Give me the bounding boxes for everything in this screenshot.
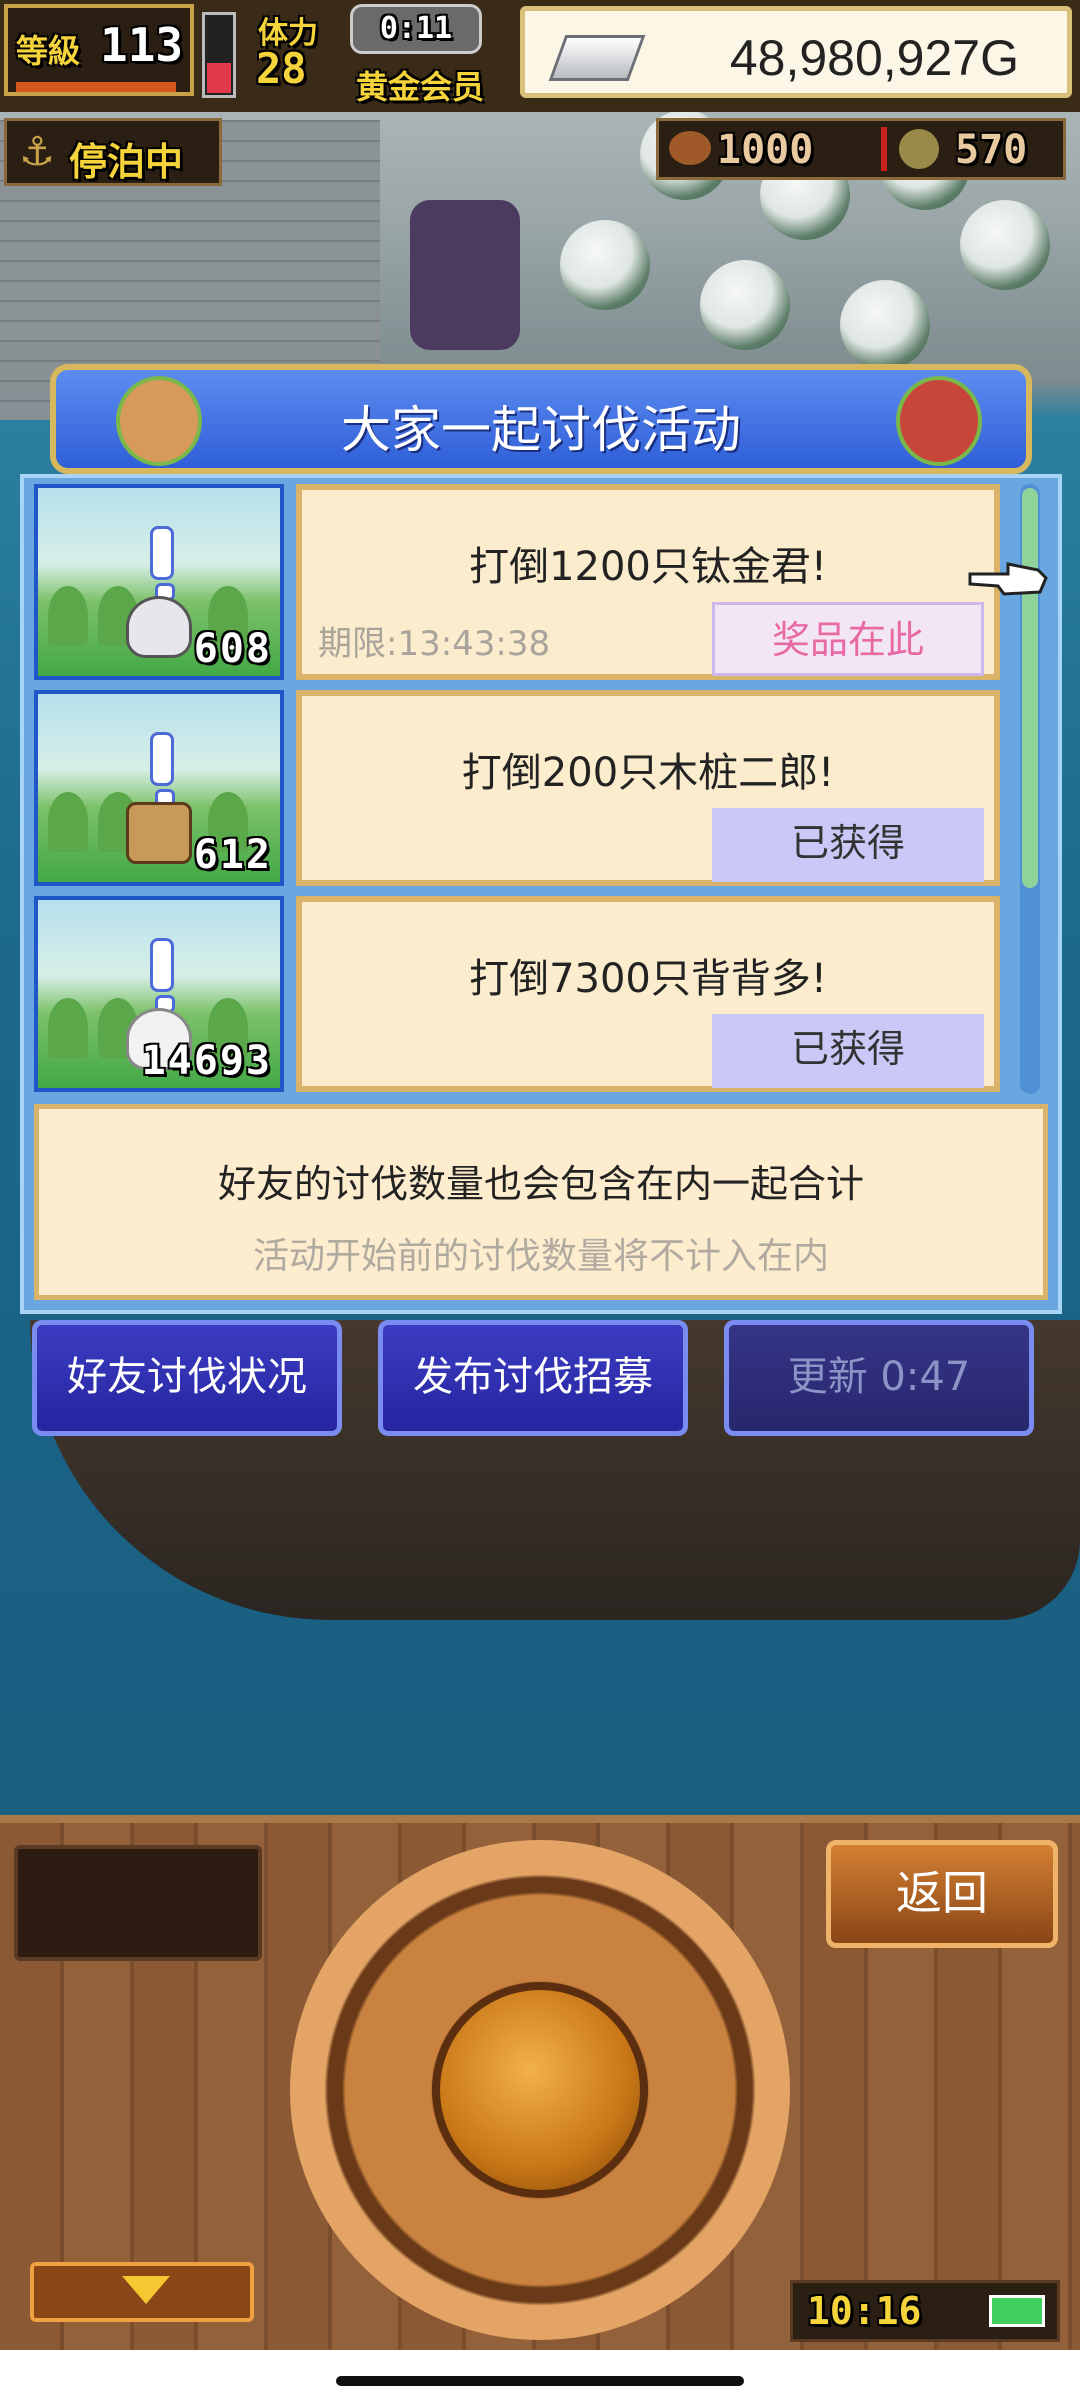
silver-ingot-icon — [548, 35, 646, 81]
monster-thumbnail: 14693 — [34, 896, 284, 1092]
level-label: 等級 — [16, 32, 81, 70]
exclamation-icon — [150, 526, 175, 601]
received-status-button[interactable]: 已获得 — [712, 1014, 984, 1088]
monster-thumbnail: 612 — [34, 690, 284, 886]
status-text: 停泊中 — [69, 140, 184, 184]
system-nav-area — [0, 2350, 1080, 2400]
post-recruit-button[interactable]: 发布讨伐招募 — [378, 1320, 688, 1436]
wheel-center-button[interactable] — [432, 1982, 648, 2198]
anchor-icon: ⚓ — [19, 129, 55, 175]
exclamation-icon — [150, 938, 175, 1013]
clock-box: 10:16 — [790, 2280, 1060, 2342]
swordsman-portrait-icon — [896, 376, 982, 466]
mission-card: 打倒1200只钛金君! 期限:13:43:38 奖品在此 — [296, 484, 1000, 680]
snow-tree — [700, 260, 790, 350]
monster-icon — [126, 596, 192, 658]
mission-deadline: 期限:13:43:38 — [318, 624, 551, 664]
snow-tree — [840, 280, 930, 370]
top-hud: 等級 113 体力 28 0:11 黄金会员 48,980,927G ⚓ 停泊中… — [0, 0, 1080, 186]
timer-value: 0:11 — [379, 11, 453, 46]
snow-tree — [560, 220, 650, 310]
event-note: 好友的讨伐数量也会包含在内一起合计 活动开始前的讨伐数量将不计入在内 — [34, 1104, 1048, 1300]
mission-row[interactable]: 608 打倒1200只钛金君! 期限:13:43:38 奖品在此 — [34, 484, 1002, 684]
back-button[interactable]: 返回 — [826, 1840, 1058, 1948]
resource-box: 1000 570 — [656, 118, 1066, 180]
event-title: 大家一起讨伐活动 — [341, 401, 741, 459]
kill-count: 14693 — [141, 1038, 272, 1084]
kill-count: 608 — [193, 626, 272, 672]
medal-icon — [899, 129, 939, 169]
mission-title: 打倒1200只钛金君! — [469, 544, 827, 590]
mission-row[interactable]: 612 打倒200只木桩二郎! 已获得 — [34, 690, 1002, 890]
pointing-hand-icon — [968, 562, 1048, 596]
home-indicator[interactable] — [336, 2376, 744, 2386]
snow-tree — [960, 200, 1050, 290]
stamina-gauge — [202, 12, 236, 98]
monster-thumbnail: 608 — [34, 484, 284, 680]
stamina-gauge-fill — [207, 63, 231, 93]
received-status-button[interactable]: 已获得 — [712, 808, 984, 882]
claim-prize-button[interactable]: 奖品在此 — [712, 602, 984, 676]
timer-box: 0:11 — [350, 4, 482, 54]
level-box: 等級 113 — [4, 4, 194, 96]
mission-title: 打倒200只木桩二郎! — [461, 750, 835, 796]
mission-title: 打倒7300只背背多! — [469, 956, 827, 1002]
stamina-value: 28 — [256, 44, 307, 93]
refresh-button[interactable]: 更新 0:47 — [724, 1320, 1034, 1436]
exclamation-icon — [150, 732, 175, 807]
map-slot — [14, 1845, 262, 1961]
note-main: 好友的讨伐数量也会包含在内一起合计 — [217, 1162, 864, 1206]
resource2-value: 570 — [955, 127, 1028, 173]
level-value: 113 — [100, 18, 184, 72]
kill-count: 612 — [193, 832, 272, 878]
membership-badge: 黄金会员 — [356, 68, 485, 106]
mission-card: 打倒7300只背背多! 已获得 — [296, 896, 1000, 1092]
friend-status-button[interactable]: 好友讨伐状况 — [32, 1320, 342, 1436]
money-box: 48,980,927G — [520, 6, 1072, 98]
menu-down-button[interactable] — [30, 2262, 254, 2322]
resource1-value: 1000 — [717, 127, 814, 173]
mission-row[interactable]: 14693 打倒7300只背背多! 已获得 — [34, 896, 1002, 1096]
note-sub: 活动开始前的讨伐数量将不计入在内 — [252, 1236, 829, 1277]
scrollbar-thumb[interactable] — [1022, 488, 1038, 888]
exp-bar — [16, 82, 176, 92]
battery-icon — [989, 2295, 1045, 2327]
money-value: 48,980,927G — [729, 30, 1019, 86]
wood-icon — [669, 131, 711, 165]
divider — [881, 127, 887, 171]
mission-card: 打倒200只木桩二郎! 已获得 — [296, 690, 1000, 886]
ship-figurehead-character — [410, 200, 520, 350]
monster-icon — [126, 802, 192, 864]
status-box: ⚓ 停泊中 — [4, 118, 222, 186]
event-title-bar: 大家一起讨伐活动 — [50, 364, 1032, 474]
clock-value: 10:16 — [807, 2289, 922, 2333]
